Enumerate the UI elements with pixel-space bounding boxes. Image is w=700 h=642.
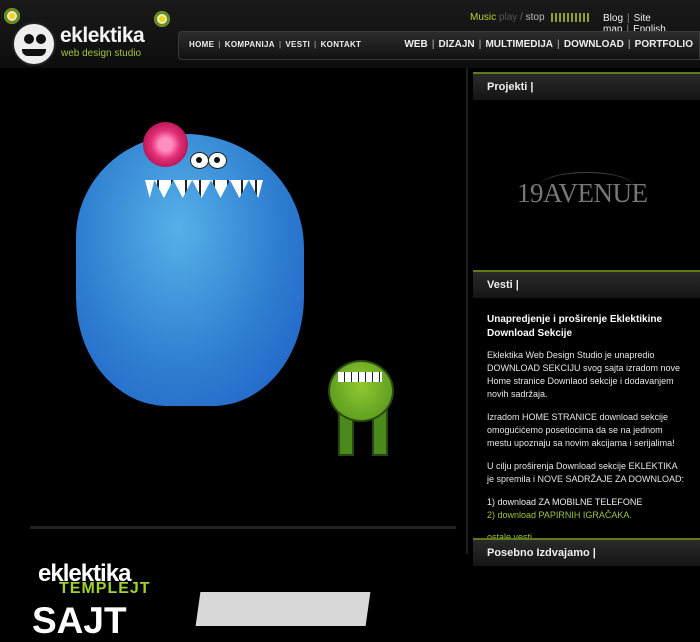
featured-project-logo[interactable]: 19AVENUE [517,172,648,209]
nav-right: WEB | DIZAJN | MULTIMEDIJA | DOWNLOAD | PORTFOLI… [404,39,693,50]
template-banner-title[interactable]: TEMPLEJT [59,580,151,598]
header: eklektika web design studio Music play /… [0,0,700,68]
news-heading: Vesti | [473,270,700,298]
nav-kompanija[interactable]: KOMPANIJA [225,40,275,49]
music-player: Music play / stop [470,12,592,23]
nav-download[interactable]: DOWNLOAD [564,39,624,50]
news-download-item[interactable]: 1) download ZA MOBILNE TELEFONE [487,496,686,509]
nav-kontakt[interactable]: KONTAKT [321,40,362,49]
projects-panel[interactable]: 19AVENUE [473,100,700,270]
logo[interactable]: eklektika web design studio [8,20,168,66]
nav-portfolio[interactable]: PORTFOLIO [635,39,693,50]
equalizer-icon [551,12,592,22]
blue-monster-illustration [76,134,304,406]
projects-heading: Projekti | [473,72,700,100]
music-stop-button[interactable]: stop [526,12,545,23]
news-paragraph: U cilju proširenja Download sekcije EKLE… [487,461,685,484]
column-divider [466,68,468,554]
music-label: Music [470,12,497,23]
nav-left: HOME | KOMPANIJA | VESTI | KONTAKT [189,40,362,49]
monster-eye-icon [208,152,227,169]
template-banner-subtitle[interactable]: SAJT [32,600,127,642]
blog-link[interactable]: Blog [603,13,623,24]
nav-home[interactable]: HOME [189,40,214,49]
green-monster-illustration [328,360,394,422]
brand-name: eklektika [60,24,145,47]
news-panel: Unapredjenje i proširenje Eklektikine Do… [473,298,700,542]
news-paragraph: Izradom HOME STRANICE download sekcije o… [487,412,675,448]
divider [30,526,456,529]
music-play-button[interactable]: play [499,12,517,23]
logo-face-icon [12,22,56,66]
nav-vesti[interactable]: VESTI [285,40,310,49]
brand-tagline: web design studio [61,48,142,59]
nav-web[interactable]: WEB [404,39,427,50]
news-download-item[interactable]: 2) download PAPIRNIH IGRAČAKA. [487,509,686,522]
news-headline[interactable]: Unapredjenje i proširenje Eklektikine Do… [473,298,700,349]
news-download-list: 1) download ZA MOBILNE TELEFONE 2) downl… [487,496,686,522]
news-paragraph: Eklektika Web Design Studio je unapredio… [487,350,681,399]
hero-stage: eklektika TEMPLEJT SAJT [8,72,466,641]
highlighted-section: Posebno Izdvajamo | [473,538,700,566]
pink-flower-icon [143,122,188,167]
main-nav: HOME | KOMPANIJA | VESTI | KONTAKT WEB | DIZAJN |… [178,31,700,60]
highlighted-heading: Posebno Izdvajamo | [473,538,700,566]
sidebar: Projekti | 19AVENUE Vesti | Unapredjenje… [473,72,700,566]
nav-multimedija[interactable]: MULTIMEDIJA [485,39,553,50]
music-separator: / [520,12,523,23]
template-screenshot[interactable] [195,592,371,626]
nav-dizajn[interactable]: DIZAJN [439,39,475,50]
monster-eye-icon [190,152,209,169]
green-monster-teeth [338,372,382,382]
